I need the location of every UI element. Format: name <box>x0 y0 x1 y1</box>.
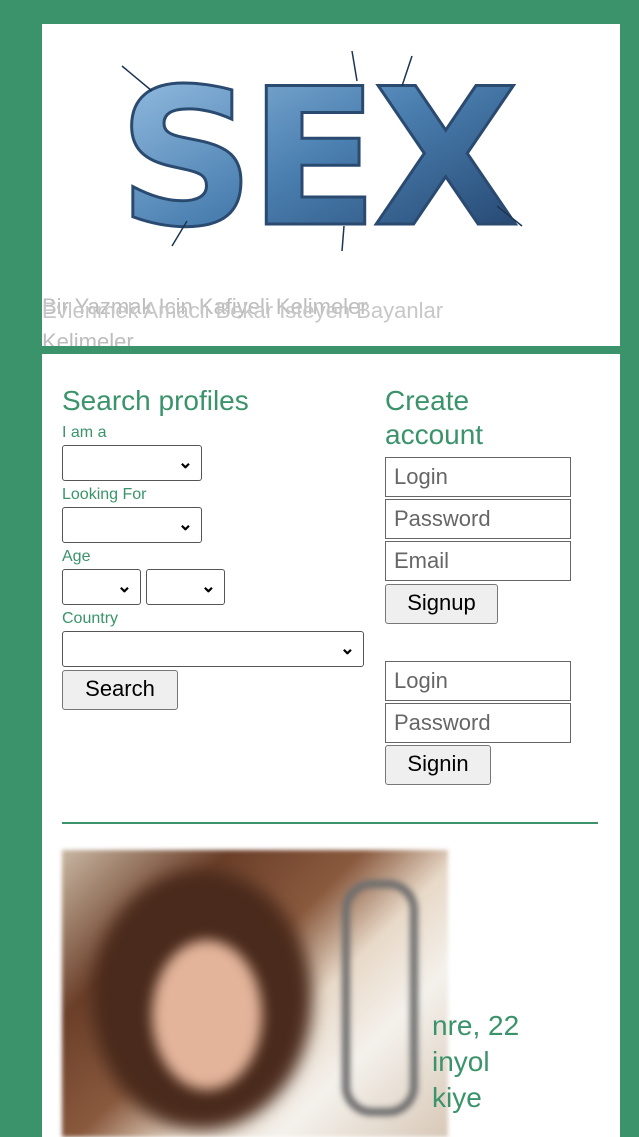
create-account-title-1: Create <box>385 385 470 416</box>
age-to-select[interactable]: ⌄ <box>146 569 225 605</box>
looking-for-select[interactable]: ⌄ <box>62 507 202 543</box>
profile-photo[interactable] <box>62 850 448 1137</box>
chevron-down-icon: ⌄ <box>177 514 193 534</box>
profile-name-age: nre, 22 <box>432 1010 520 1041</box>
create-account-title-2: account <box>385 419 484 450</box>
profile-city: inyol <box>432 1046 490 1077</box>
signin-button[interactable]: Signin <box>385 745 491 785</box>
looking-for-label: Looking For <box>62 486 147 503</box>
photo-face <box>152 940 262 1090</box>
age-label: Age <box>62 548 91 565</box>
profile-info[interactable]: nre, 22 inyol kiye <box>432 1008 519 1116</box>
signin-login-input[interactable]: Login <box>385 661 571 701</box>
site-header: SEX Bir Yazmak Icin Kafiyeli Kelimeler E… <box>42 24 620 346</box>
chevron-down-icon: ⌄ <box>177 452 193 472</box>
chevron-down-icon: ⌄ <box>200 576 216 596</box>
section-divider <box>62 822 598 824</box>
site-logo[interactable]: SEX <box>112 46 532 257</box>
country-select[interactable]: ⌄ <box>62 631 364 667</box>
search-button[interactable]: Search <box>62 670 178 710</box>
signup-button[interactable]: Signup <box>385 584 498 624</box>
tagline-3[interactable]: Kelimeler <box>42 327 134 346</box>
i-am-label: I am a <box>62 424 107 441</box>
search-profiles-title: Search profiles <box>62 385 249 416</box>
age-from-select[interactable]: ⌄ <box>62 569 141 605</box>
signin-password-input[interactable]: Password <box>385 703 571 743</box>
svg-text:SEX: SEX <box>118 48 516 256</box>
profile-country: kiye <box>432 1082 482 1113</box>
main-panel: Search profiles I am a ⌄ Looking For ⌄ A… <box>42 354 620 1137</box>
country-label: Country <box>62 610 119 627</box>
chevron-down-icon: ⌄ <box>339 638 355 658</box>
signup-login-input[interactable]: Login <box>385 457 571 497</box>
i-am-select[interactable]: ⌄ <box>62 445 202 481</box>
signup-password-input[interactable]: Password <box>385 499 571 539</box>
chevron-down-icon: ⌄ <box>116 576 132 596</box>
tagline-2[interactable]: Evlenmek Amacli Bekar Isteyen Bayanlar <box>42 296 443 326</box>
signup-email-input[interactable]: Email <box>385 541 571 581</box>
photo-background-object <box>342 880 418 1116</box>
